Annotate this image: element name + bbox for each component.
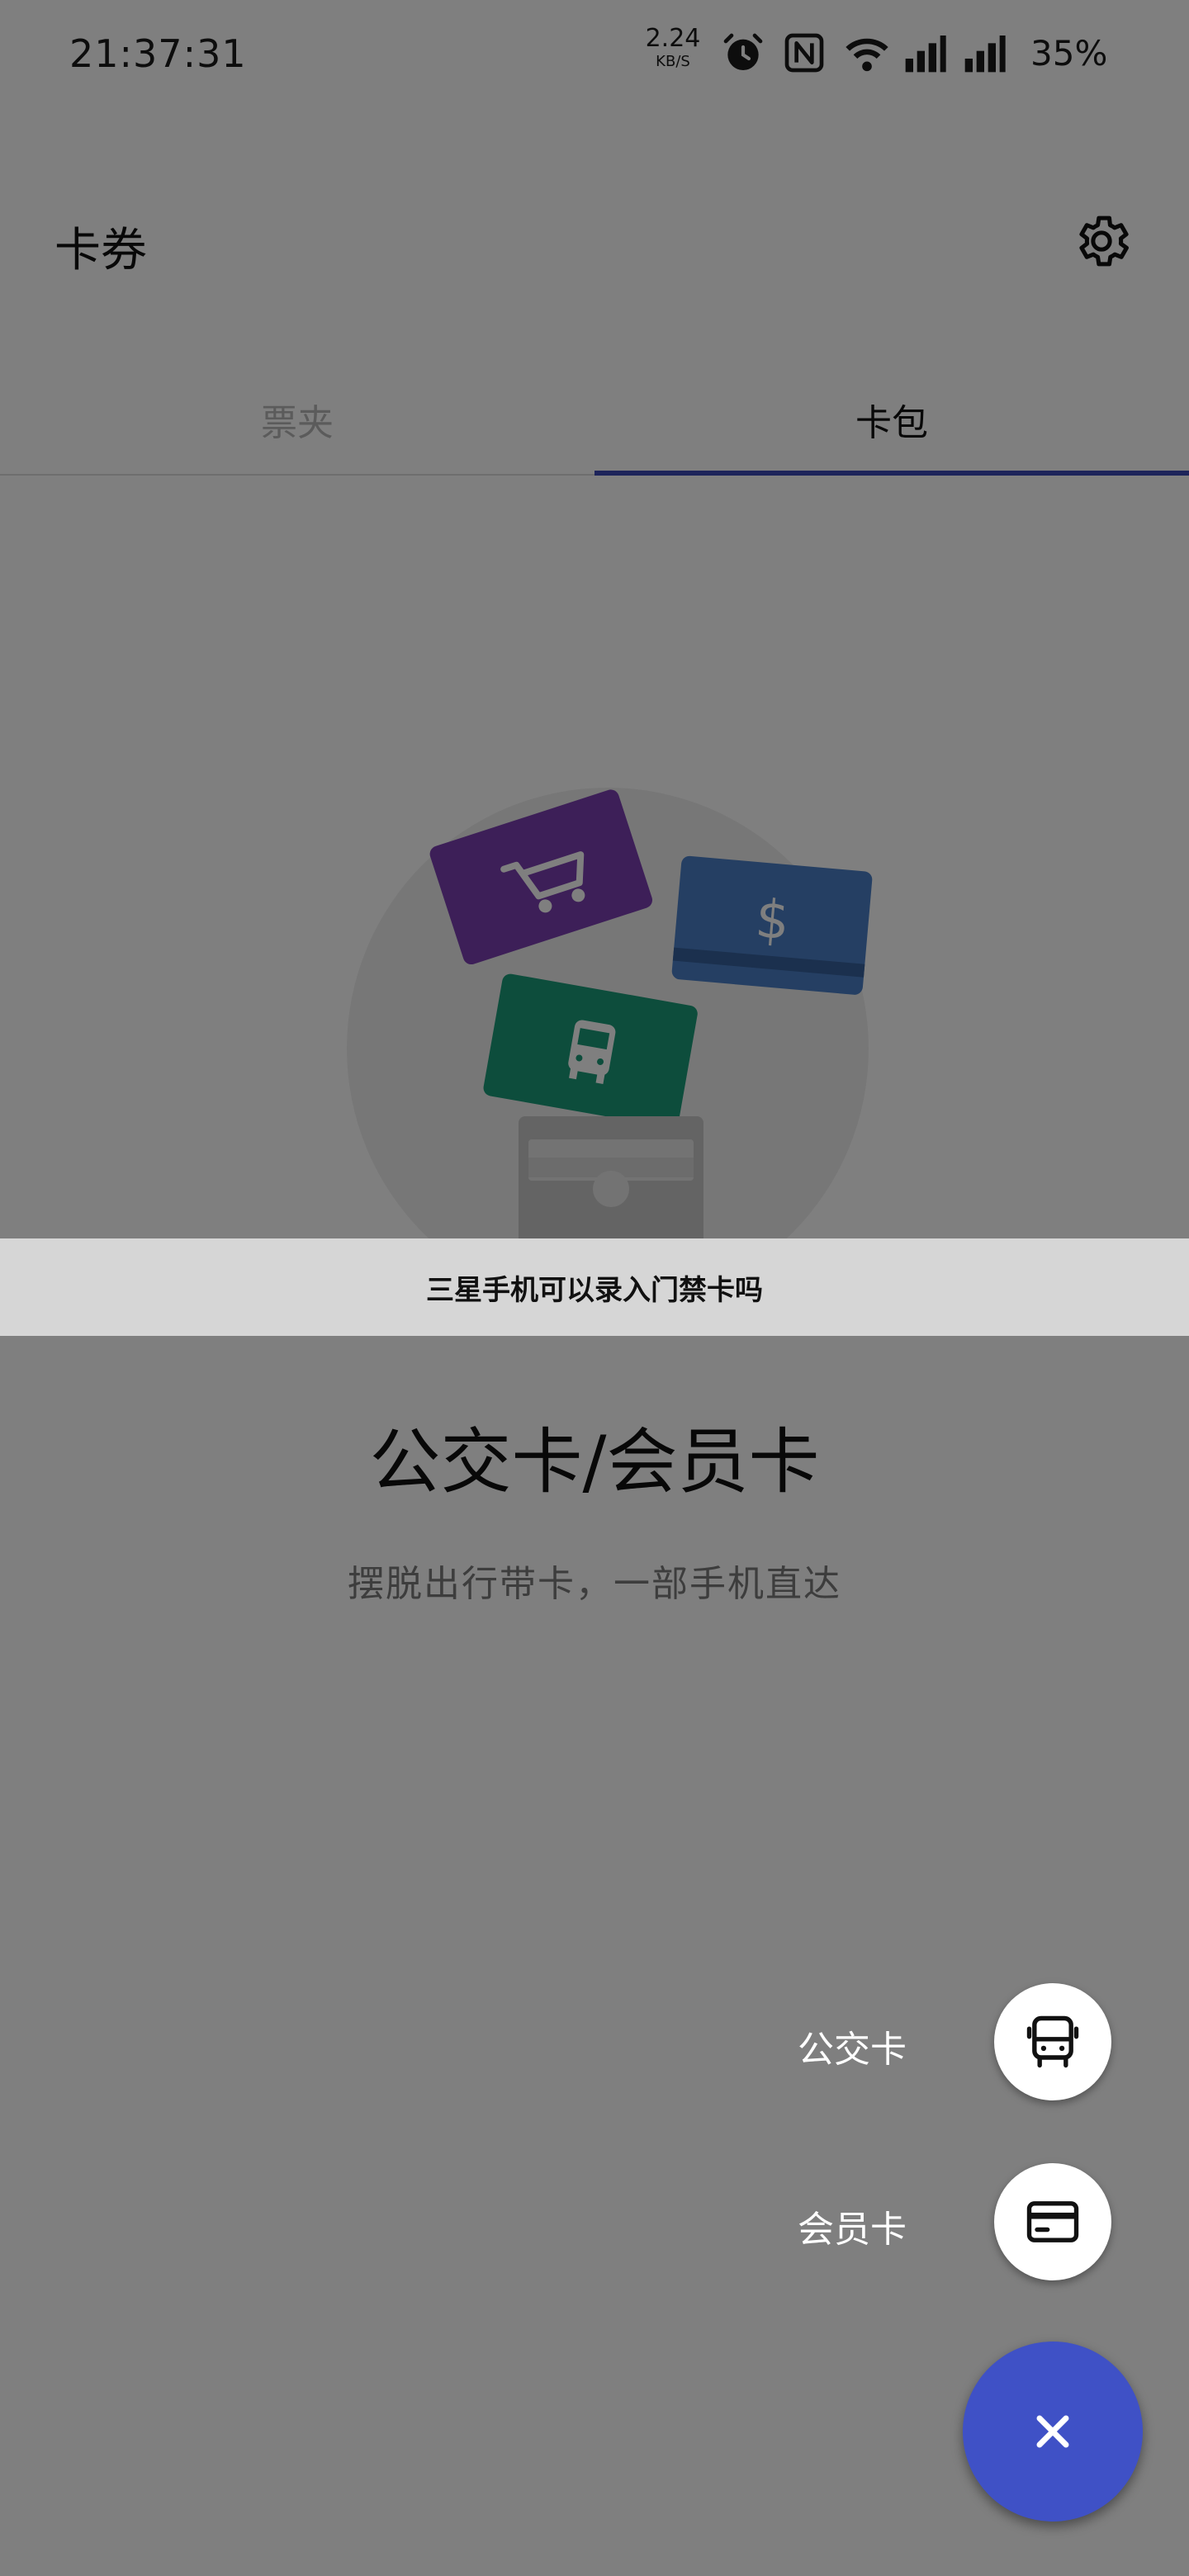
close-icon xyxy=(1036,2415,1069,2448)
bus-icon xyxy=(1026,2015,1079,2068)
bus-card-button[interactable] xyxy=(994,1983,1111,2100)
caption-banner: 三星手机可以录入门禁卡吗 xyxy=(0,1238,1189,1336)
screen: 21:37:31 2.24 KB/S xyxy=(0,0,1189,2576)
fab-menu-label[interactable]: 公交卡 xyxy=(798,2020,907,2072)
fab-menu-label[interactable]: 会员卡 xyxy=(798,2200,907,2252)
card-icon xyxy=(1026,2201,1079,2242)
member-card-button[interactable] xyxy=(994,2163,1111,2280)
close-fab-button[interactable] xyxy=(963,2342,1143,2522)
